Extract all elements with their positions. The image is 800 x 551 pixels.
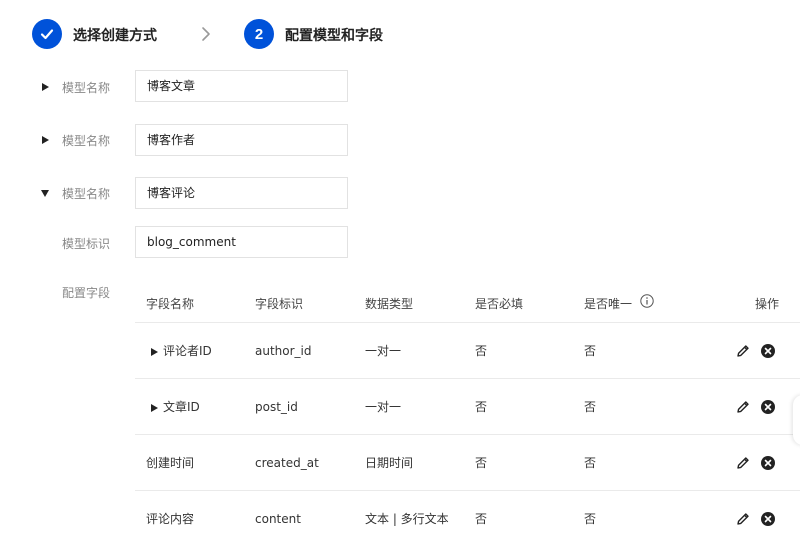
close-circle-icon[interactable] xyxy=(761,512,775,526)
header-actions: 操作 xyxy=(755,297,780,311)
caret-right-icon[interactable] xyxy=(150,348,158,356)
caret-right-icon[interactable] xyxy=(150,404,158,412)
field-key-cell: content xyxy=(255,512,301,526)
scroll-handle[interactable] xyxy=(793,395,800,445)
field-name-cell: 评论者ID xyxy=(163,344,212,358)
configure-fields-label: 配置字段 xyxy=(62,286,111,300)
table-row: 创建时间 created_at 日期时间 否 否 xyxy=(135,434,800,490)
close-circle-icon[interactable] xyxy=(761,456,775,470)
close-circle-icon[interactable] xyxy=(761,344,775,358)
header-field-key: 字段标识 xyxy=(255,297,304,311)
chevron-right-icon xyxy=(202,27,210,41)
model-name-label: 模型名称 xyxy=(62,81,111,95)
header-data-type: 数据类型 xyxy=(365,297,414,311)
header-unique: 是否唯一 xyxy=(584,297,633,311)
table-row: 文章ID post_id 一对一 否 否 xyxy=(135,378,800,434)
unique-cell: 否 xyxy=(584,400,597,414)
model-name-input[interactable]: 博客评论 xyxy=(135,177,348,209)
step-1-check-icon xyxy=(32,19,62,49)
step-2-number: 2 xyxy=(244,19,274,49)
field-key-cell: created_at xyxy=(255,456,319,470)
model-name-input[interactable]: 博客文章 xyxy=(135,70,348,102)
header-field-name: 字段名称 xyxy=(146,297,195,311)
stepper: 选择创建方式 2 配置模型和字段 xyxy=(0,0,800,70)
required-cell: 否 xyxy=(475,456,488,470)
step-2-title: 配置模型和字段 xyxy=(285,28,383,44)
header-required: 是否必填 xyxy=(475,297,524,311)
pencil-icon[interactable] xyxy=(735,511,751,527)
unique-cell: 否 xyxy=(584,344,597,358)
required-cell: 否 xyxy=(475,512,488,526)
data-type-cell: 文本 | 多行文本 xyxy=(365,512,449,526)
field-key-cell: author_id xyxy=(255,344,312,358)
caret-down-icon[interactable] xyxy=(40,188,50,198)
data-type-cell: 一对一 xyxy=(365,400,402,414)
table-row: 评论者ID author_id 一对一 否 否 xyxy=(135,322,800,378)
model-identifier-input[interactable]: blog_comment xyxy=(135,226,348,258)
step-1-title: 选择创建方式 xyxy=(73,28,157,44)
info-icon[interactable] xyxy=(640,294,654,308)
data-type-cell: 日期时间 xyxy=(365,456,414,470)
pencil-icon[interactable] xyxy=(735,455,751,471)
model-name-label: 模型名称 xyxy=(62,187,111,201)
table-row: 评论内容 content 文本 | 多行文本 否 否 xyxy=(135,490,800,546)
unique-cell: 否 xyxy=(584,456,597,470)
model-name-input[interactable]: 博客作者 xyxy=(135,124,348,156)
required-cell: 否 xyxy=(475,400,488,414)
unique-cell: 否 xyxy=(584,512,597,526)
model-name-label: 模型名称 xyxy=(62,134,111,148)
pencil-icon[interactable] xyxy=(735,399,751,415)
field-name-cell: 文章ID xyxy=(163,400,200,414)
caret-right-icon[interactable] xyxy=(40,82,50,92)
caret-right-icon[interactable] xyxy=(40,135,50,145)
model-identifier-label: 模型标识 xyxy=(62,237,111,251)
required-cell: 否 xyxy=(475,344,488,358)
fields-table: 字段名称 字段标识 数据类型 是否必填 是否唯一 操作 评论者ID author… xyxy=(135,280,800,551)
data-type-cell: 一对一 xyxy=(365,344,402,358)
field-name-cell: 创建时间 xyxy=(146,456,195,470)
close-circle-icon[interactable] xyxy=(761,400,775,414)
pencil-icon[interactable] xyxy=(735,343,751,359)
field-key-cell: post_id xyxy=(255,400,298,414)
field-name-cell: 评论内容 xyxy=(146,512,195,526)
